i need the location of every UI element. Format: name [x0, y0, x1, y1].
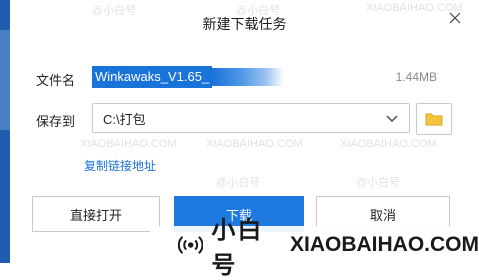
- filename-value: Winkawaks_V1.65_: [92, 66, 213, 88]
- filename-label: 文件名: [36, 73, 76, 88]
- brand-site: XIAOBAIHAO.COM: [290, 232, 479, 256]
- watermark-site: XIAOBAIHAO.COM: [80, 138, 177, 150]
- file-size: 1.44MB: [395, 70, 437, 84]
- dialog-title: 新建下载任务: [202, 16, 287, 32]
- watermark-site: XIAOBAIHAO.COM: [340, 138, 437, 150]
- chevron-down-icon: [386, 115, 398, 122]
- browse-folder-button[interactable]: [416, 103, 452, 135]
- background-window-strip: [0, 0, 10, 263]
- background-window-strip-highlight: [0, 30, 10, 130]
- copy-link-address[interactable]: 复制链接地址: [84, 157, 156, 174]
- watermark-handle: @小白号: [216, 177, 261, 189]
- broadcast-icon: [178, 235, 204, 254]
- filename-redacted: [212, 68, 285, 86]
- folder-icon: [425, 113, 443, 126]
- watermark-site: XIAOBAIHAO.COM: [206, 138, 303, 150]
- save-to-label: 保存到: [36, 114, 76, 129]
- filename-input[interactable]: Winkawaks_V1.65_: [92, 64, 418, 90]
- watermark-handle: @小白号: [356, 177, 401, 189]
- save-path-value: C:\打包: [103, 111, 146, 127]
- save-path-select[interactable]: C:\打包: [92, 103, 410, 133]
- site-brand-overlay: 小白号 XIAOBAIHAO.COM: [150, 217, 479, 279]
- close-icon: [449, 12, 461, 24]
- close-button[interactable]: [445, 8, 465, 28]
- direct-open-button[interactable]: 直接打开: [32, 196, 160, 232]
- brand-name: 小白号: [211, 216, 264, 279]
